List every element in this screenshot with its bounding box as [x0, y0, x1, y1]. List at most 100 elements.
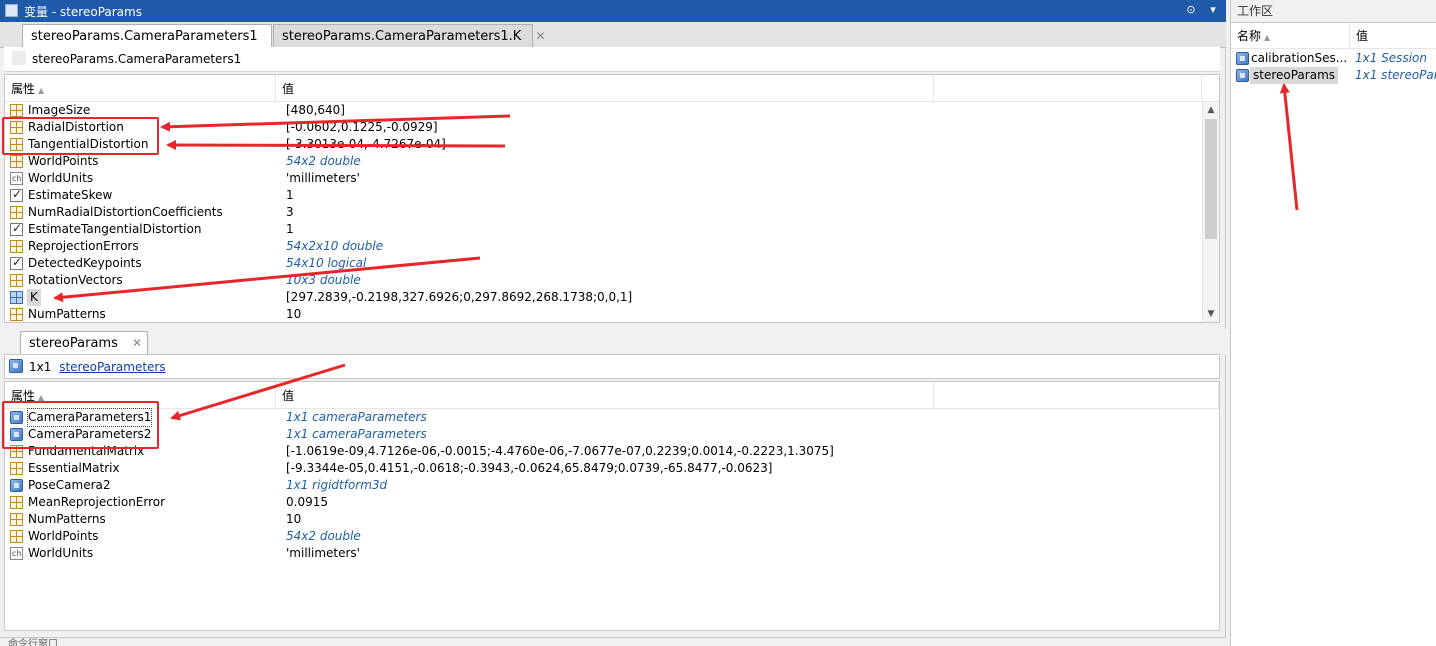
- property-value[interactable]: 1x1 cameraParameters: [286, 409, 427, 426]
- property-value[interactable]: [-1.0619e-09,4.7126e-06,-0.0015;-4.4760e…: [286, 443, 834, 460]
- property-row[interactable]: DetectedKeypoints 54x10 logical: [5, 255, 1219, 272]
- property-name[interactable]: ImageSize: [28, 102, 90, 119]
- property-value[interactable]: [-0.0602,0.1225,-0.0929]: [286, 119, 438, 136]
- property-row[interactable]: ch WorldUnits 'millimeters': [5, 170, 1219, 187]
- property-row[interactable]: ImageSize [480,640]: [5, 102, 1219, 119]
- property-column-header[interactable]: 属性 ▲: [5, 382, 276, 409]
- property-value[interactable]: 10: [286, 306, 301, 322]
- property-value[interactable]: 54x2x10 double: [286, 238, 383, 255]
- property-name[interactable]: TangentialDistortion: [28, 136, 148, 153]
- object-icon: [1236, 69, 1249, 82]
- property-value[interactable]: 1x1 rigidtform3d: [286, 477, 387, 494]
- workspace-variable-name[interactable]: stereoParams: [1250, 67, 1339, 84]
- property-row[interactable]: K [297.2839,-0.2198,327.6926;0,297.8692,2…: [5, 289, 1219, 306]
- property-value[interactable]: 54x2 double: [286, 153, 361, 170]
- property-row[interactable]: FundamentalMatrix [-1.0619e-09,4.7126e-06…: [5, 443, 1219, 460]
- scroll-thumb[interactable]: [1205, 119, 1217, 239]
- checkbox-icon: [10, 221, 23, 236]
- workspace-variable-name[interactable]: calibrationSes...: [1251, 50, 1347, 67]
- property-value[interactable]: [480,640]: [286, 102, 345, 119]
- property-name[interactable]: PoseCamera2: [28, 477, 111, 494]
- property-value[interactable]: [-9.3344e-05,0.4151,-0.0618;-0.3943,-0.0…: [286, 460, 772, 477]
- property-name[interactable]: WorldPoints: [28, 153, 98, 170]
- property-row[interactable]: MeanReprojectionError 0.0915: [5, 494, 1219, 511]
- value-column-header[interactable]: 值: [1350, 23, 1436, 49]
- object-icon: [1236, 52, 1249, 65]
- property-name[interactable]: EstimateTangentialDistortion: [28, 221, 201, 238]
- property-value[interactable]: 54x10 logical: [286, 255, 366, 272]
- property-row[interactable]: WorldPoints 54x2 double: [5, 153, 1219, 170]
- property-row[interactable]: PoseCamera2 1x1 rigidtform3d: [5, 477, 1219, 494]
- property-name[interactable]: DetectedKeypoints: [28, 255, 142, 272]
- property-value[interactable]: 54x2 double: [286, 528, 361, 545]
- tab-camera-parameters1[interactable]: stereoParams.CameraParameters1 ✕: [22, 24, 282, 49]
- property-row[interactable]: TangentialDistortion [-3.3013e-04,-4.7267…: [5, 136, 1219, 153]
- top-path-text: stereoParams.CameraParameters1: [32, 52, 242, 66]
- close-icon[interactable]: ✕: [535, 29, 545, 43]
- matrix-icon: [10, 462, 23, 475]
- property-value[interactable]: 10: [286, 511, 301, 528]
- property-value[interactable]: 3: [286, 204, 294, 221]
- property-value[interactable]: 1: [286, 187, 294, 204]
- bottom-path-bar: 1x1 stereoParameters: [4, 354, 1220, 379]
- property-name[interactable]: ReprojectionErrors: [28, 238, 139, 255]
- workspace-panel: 工作区 名称 ▲ 值 calibrationSes... 1x1 Session st…: [1230, 0, 1436, 646]
- bottom-tabstrip: stereoParams ✕: [0, 329, 1226, 356]
- property-name[interactable]: WorldPoints: [28, 528, 98, 545]
- workspace-row[interactable]: stereoParams 1x1 stereoPara: [1231, 67, 1436, 84]
- property-value[interactable]: 1x1 cameraParameters: [286, 426, 427, 443]
- property-row[interactable]: RotationVectors 10x3 double: [5, 272, 1219, 289]
- value-column-header[interactable]: 值: [276, 75, 934, 102]
- property-name[interactable]: K: [27, 289, 41, 306]
- property-value[interactable]: 'millimeters': [286, 170, 360, 187]
- tab-stereo-params[interactable]: stereoParams ✕: [20, 331, 148, 356]
- property-value[interactable]: 'millimeters': [286, 545, 360, 562]
- property-value[interactable]: 1: [286, 221, 294, 238]
- name-column-header[interactable]: 名称 ▲: [1231, 23, 1350, 49]
- property-row[interactable]: EstimateTangentialDistortion 1: [5, 221, 1219, 238]
- tab-camera-parameters1-k[interactable]: stereoParams.CameraParameters1.K ✕: [273, 24, 546, 48]
- property-column-header[interactable]: 属性 ▲: [5, 75, 276, 102]
- property-name[interactable]: FundamentalMatrix: [28, 443, 144, 460]
- property-name[interactable]: NumRadialDistortionCoefficients: [28, 204, 223, 221]
- property-name[interactable]: CameraParameters1: [26, 408, 153, 427]
- property-row[interactable]: RadialDistortion [-0.0602,0.1225,-0.0929]: [5, 119, 1219, 136]
- scroll-down-icon[interactable]: ▼: [1203, 306, 1219, 322]
- sort-up-icon: ▲: [38, 86, 45, 95]
- property-name[interactable]: MeanReprojectionError: [28, 494, 165, 511]
- property-name[interactable]: WorldUnits: [28, 170, 93, 187]
- property-name[interactable]: WorldUnits: [28, 545, 93, 562]
- property-name[interactable]: RotationVectors: [28, 272, 123, 289]
- property-value[interactable]: [-3.3013e-04,-4.7267e-04]: [286, 136, 446, 153]
- matrix-icon: [10, 206, 23, 219]
- workspace-row[interactable]: calibrationSes... 1x1 Session: [1231, 50, 1436, 67]
- workspace-table: 名称 ▲ 值 calibrationSes... 1x1 Session stereo…: [1231, 22, 1436, 646]
- property-value[interactable]: [297.2839,-0.2198,327.6926;0,297.8692,26…: [286, 289, 632, 306]
- property-name[interactable]: NumPatterns: [28, 306, 106, 322]
- property-row[interactable]: ch WorldUnits 'millimeters': [5, 545, 1219, 562]
- circle-down-icon[interactable]: ⊙: [1184, 3, 1198, 17]
- property-row[interactable]: ReprojectionErrors 54x2x10 double: [5, 238, 1219, 255]
- property-name[interactable]: RadialDistortion: [28, 119, 124, 136]
- property-row[interactable]: NumPatterns 10: [5, 511, 1219, 528]
- property-row[interactable]: CameraParameters2 1x1 cameraParameters: [5, 426, 1219, 443]
- property-row[interactable]: CameraParameters1 1x1 cameraParameters: [5, 408, 1219, 427]
- property-name[interactable]: EssentialMatrix: [28, 460, 120, 477]
- property-row[interactable]: EstimateSkew 1: [5, 187, 1219, 204]
- property-row[interactable]: NumPatterns 10: [5, 306, 1219, 322]
- property-name[interactable]: EstimateSkew: [28, 187, 112, 204]
- property-value[interactable]: 10x3 double: [286, 272, 361, 289]
- property-value[interactable]: 0.0915: [286, 494, 328, 511]
- stereo-parameters-link[interactable]: stereoParameters: [59, 360, 165, 374]
- property-name[interactable]: NumPatterns: [28, 511, 106, 528]
- scroll-up-icon[interactable]: ▲: [1203, 102, 1219, 118]
- close-icon[interactable]: ✕: [132, 336, 142, 350]
- top-grid-scrollbar[interactable]: ▲ ▼: [1202, 102, 1219, 322]
- property-row[interactable]: EssentialMatrix [-9.3344e-05,0.4151,-0.06…: [5, 460, 1219, 477]
- property-name[interactable]: CameraParameters2: [28, 426, 151, 443]
- window-minimize-button[interactable]: ▾: [1206, 3, 1220, 17]
- property-row[interactable]: WorldPoints 54x2 double: [5, 528, 1219, 545]
- property-row[interactable]: NumRadialDistortionCoefficients 3: [5, 204, 1219, 221]
- checkbox-icon: [10, 187, 23, 202]
- value-column-header[interactable]: 值: [276, 382, 934, 409]
